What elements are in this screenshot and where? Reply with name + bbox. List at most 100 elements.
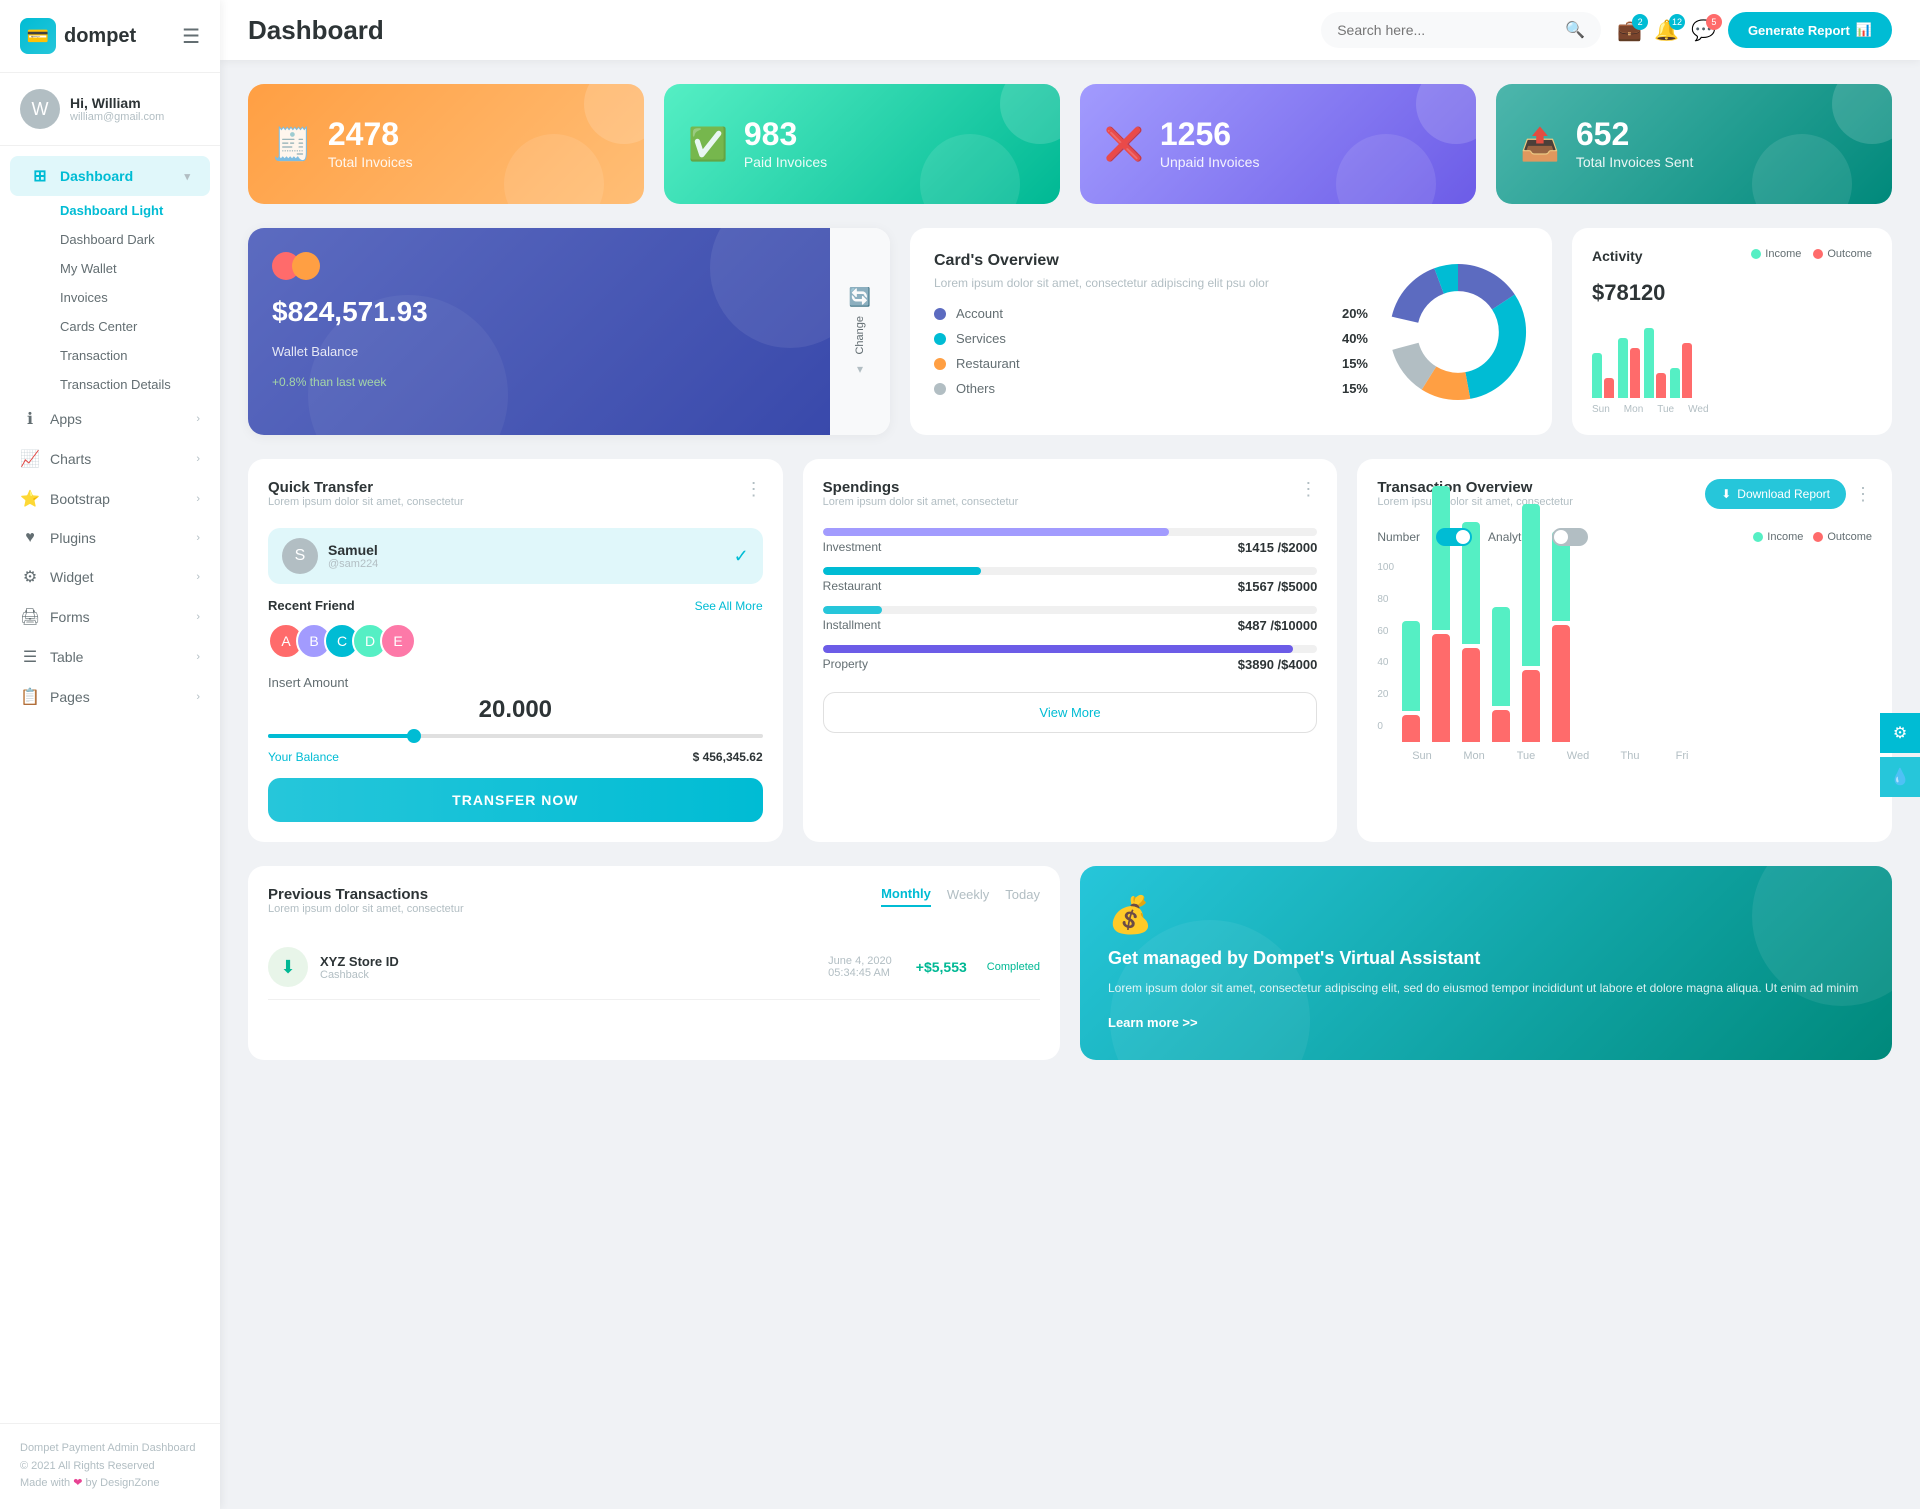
hamburger-menu-icon[interactable]: ☰ <box>182 24 200 49</box>
income-legend-label: Income <box>1765 248 1801 260</box>
tx-bar-sun <box>1402 621 1420 742</box>
header-icons: 💼 2 🔔 12 💬 5 Generate Report 📊 <box>1617 12 1892 48</box>
restaurant-label: Restaurant <box>956 356 1020 371</box>
learn-more-link[interactable]: Learn more >> <box>1108 1015 1198 1030</box>
tx-bar-mon <box>1432 486 1450 742</box>
quick-transfer-title: Quick Transfer <box>268 479 464 496</box>
outcome-legend-label: Outcome <box>1827 248 1872 260</box>
toggle1-switch[interactable] <box>1436 528 1472 546</box>
tx-day-labels: Sun Mon Tue Wed Thu Fri <box>1402 750 1872 762</box>
tab-today[interactable]: Today <box>1005 887 1040 906</box>
stat-card-total-invoices: 🧾 2478 Total Invoices <box>248 84 644 204</box>
property-amounts: $3890 /$4000 <box>1238 657 1318 672</box>
slider-thumb[interactable] <box>407 729 421 743</box>
chat-badge-count: 5 <box>1706 14 1722 30</box>
tab-monthly[interactable]: Monthly <box>881 886 931 907</box>
overview-title: Card's Overview <box>934 252 1368 270</box>
services-dot <box>934 333 946 345</box>
bell-icon-badge[interactable]: 🔔 12 <box>1654 18 1679 43</box>
balance-row: Your Balance $ 456,345.62 <box>268 750 763 764</box>
sidebar-subitem-dashboard-dark[interactable]: Dashboard Dark <box>40 225 220 254</box>
sidebar-item-bootstrap[interactable]: ⭐ Bootstrap › <box>0 479 220 519</box>
wallet-label: Wallet Balance <box>272 344 806 359</box>
download-report-button[interactable]: ⬇ Download Report <box>1705 479 1846 509</box>
stat-label-unpaid: Unpaid Invoices <box>1160 154 1260 170</box>
list-item: Restaurant 15% <box>934 356 1368 371</box>
transaction-overview-more-icon[interactable]: ⋮ <box>1854 484 1872 505</box>
change-label: Change <box>854 316 866 355</box>
charts-icon: 📈 <box>20 449 40 469</box>
sidebar-item-charts[interactable]: 📈 Charts › <box>0 439 220 479</box>
balance-label: Your Balance <box>268 750 339 764</box>
search-input[interactable] <box>1337 22 1557 38</box>
change-card-panel[interactable]: 🔄 Change ▾ <box>830 228 890 435</box>
tx-day-wed: Wed <box>1558 750 1598 762</box>
y-label-40: 40 <box>1377 657 1394 668</box>
sidebar-item-apps[interactable]: ℹ Apps › <box>0 399 220 439</box>
sidebar-item-forms[interactable]: 🖨 Forms › <box>0 597 220 637</box>
chevron-down-icon: ▾ <box>184 170 190 183</box>
wallet-icon-badge[interactable]: 💼 2 <box>1617 18 1642 43</box>
bottom-grid: Quick Transfer Lorem ipsum dolor sit ame… <box>248 459 1892 842</box>
sidebar-item-plugins[interactable]: ♥ Plugins › <box>0 519 220 557</box>
unpaid-invoices-icon: ❌ <box>1104 125 1144 163</box>
sidebar-item-label: Bootstrap <box>50 491 110 507</box>
y-label-0: 0 <box>1377 721 1394 732</box>
fri-outcome-bar <box>1552 625 1570 742</box>
more-options-icon[interactable]: ⋮ <box>745 479 763 500</box>
chevron-right-icon: › <box>196 611 200 623</box>
bell-badge-count: 12 <box>1669 14 1685 30</box>
overview-items: Account 20% Services 40% Restaurant 15% <box>934 306 1368 396</box>
sidebar-subitem-dashboard-light[interactable]: Dashboard Light <box>40 196 220 225</box>
search-bar[interactable]: 🔍 <box>1321 12 1601 48</box>
toggle2-switch[interactable] <box>1552 528 1588 546</box>
water-float-button[interactable]: 💧 <box>1880 757 1920 797</box>
chevron-right-icon: › <box>196 493 200 505</box>
stat-card-sent-invoices: 📤 652 Total Invoices Sent <box>1496 84 1892 204</box>
spending-item-investment: Investment $1415 /$2000 <box>823 528 1318 555</box>
list-item: Services 40% <box>934 331 1368 346</box>
sidebar-subitem-invoices[interactable]: Invoices <box>40 283 220 312</box>
tx-type: Cashback <box>320 969 399 981</box>
generate-report-button[interactable]: Generate Report 📊 <box>1728 12 1892 48</box>
generate-report-label: Generate Report <box>1748 23 1850 38</box>
others-pct: 15% <box>1342 381 1368 396</box>
transaction-overview-subtitle: Lorem ipsum dolor sit amet, consectetur <box>1377 496 1573 508</box>
view-more-button[interactable]: View More <box>823 692 1318 733</box>
overview-subtitle: Lorem ipsum dolor sit amet, consectetur … <box>934 276 1368 290</box>
transfer-now-button[interactable]: TRANSFER NOW <box>268 778 763 822</box>
tx-day-tue: Tue <box>1506 750 1546 762</box>
sent-invoices-icon: 📤 <box>1520 125 1560 163</box>
sidebar-subitem-my-wallet[interactable]: My Wallet <box>40 254 220 283</box>
bar-group-tue <box>1644 328 1666 398</box>
sidebar-subitem-transaction[interactable]: Transaction <box>40 341 220 370</box>
sidebar: 💳 dompet ☰ W Hi, William william@gmail.c… <box>0 0 220 1509</box>
bar-group-sun <box>1592 353 1614 398</box>
samuel-name: Samuel <box>328 542 378 558</box>
tab-weekly[interactable]: Weekly <box>947 887 989 906</box>
toggle1-knob <box>1456 530 1470 544</box>
quick-transfer-subtitle: Lorem ipsum dolor sit amet, consectetur <box>268 496 464 508</box>
spendings-more-options-icon[interactable]: ⋮ <box>1299 479 1317 500</box>
sidebar-item-table[interactable]: ☰ Table › <box>0 637 220 677</box>
mon-income-bar <box>1432 486 1450 630</box>
sidebar-item-label: Forms <box>50 609 90 625</box>
tx-outcome-label: Outcome <box>1827 531 1872 543</box>
settings-float-button[interactable]: ⚙ <box>1880 713 1920 753</box>
footer-line3: Made with ❤ by DesignZone <box>20 1475 200 1493</box>
sidebar-item-widget[interactable]: ⚙ Widget › <box>0 557 220 597</box>
see-all-link[interactable]: See All More <box>695 599 763 613</box>
sidebar-subitem-cards-center[interactable]: Cards Center <box>40 312 220 341</box>
tx-date-value: June 4, 2020 <box>828 955 892 967</box>
balance-amount: $ 456,345.62 <box>693 750 763 764</box>
stat-label-sent: Total Invoices Sent <box>1576 154 1694 170</box>
thu-outcome-bar <box>1522 670 1540 742</box>
sidebar-subitem-transaction-details[interactable]: Transaction Details <box>40 370 220 399</box>
y-axis-labels: 100 80 60 40 20 0 <box>1377 562 1394 752</box>
sidebar-item-dashboard[interactable]: ⊞ Dashboard ▾ <box>10 156 210 196</box>
spendings-card: Spendings Lorem ipsum dolor sit amet, co… <box>803 459 1338 842</box>
toggle1-label: Number <box>1377 530 1420 544</box>
sidebar-item-pages[interactable]: 📋 Pages › <box>0 677 220 717</box>
chat-icon-badge[interactable]: 💬 5 <box>1691 18 1716 43</box>
pages-icon: 📋 <box>20 687 40 707</box>
